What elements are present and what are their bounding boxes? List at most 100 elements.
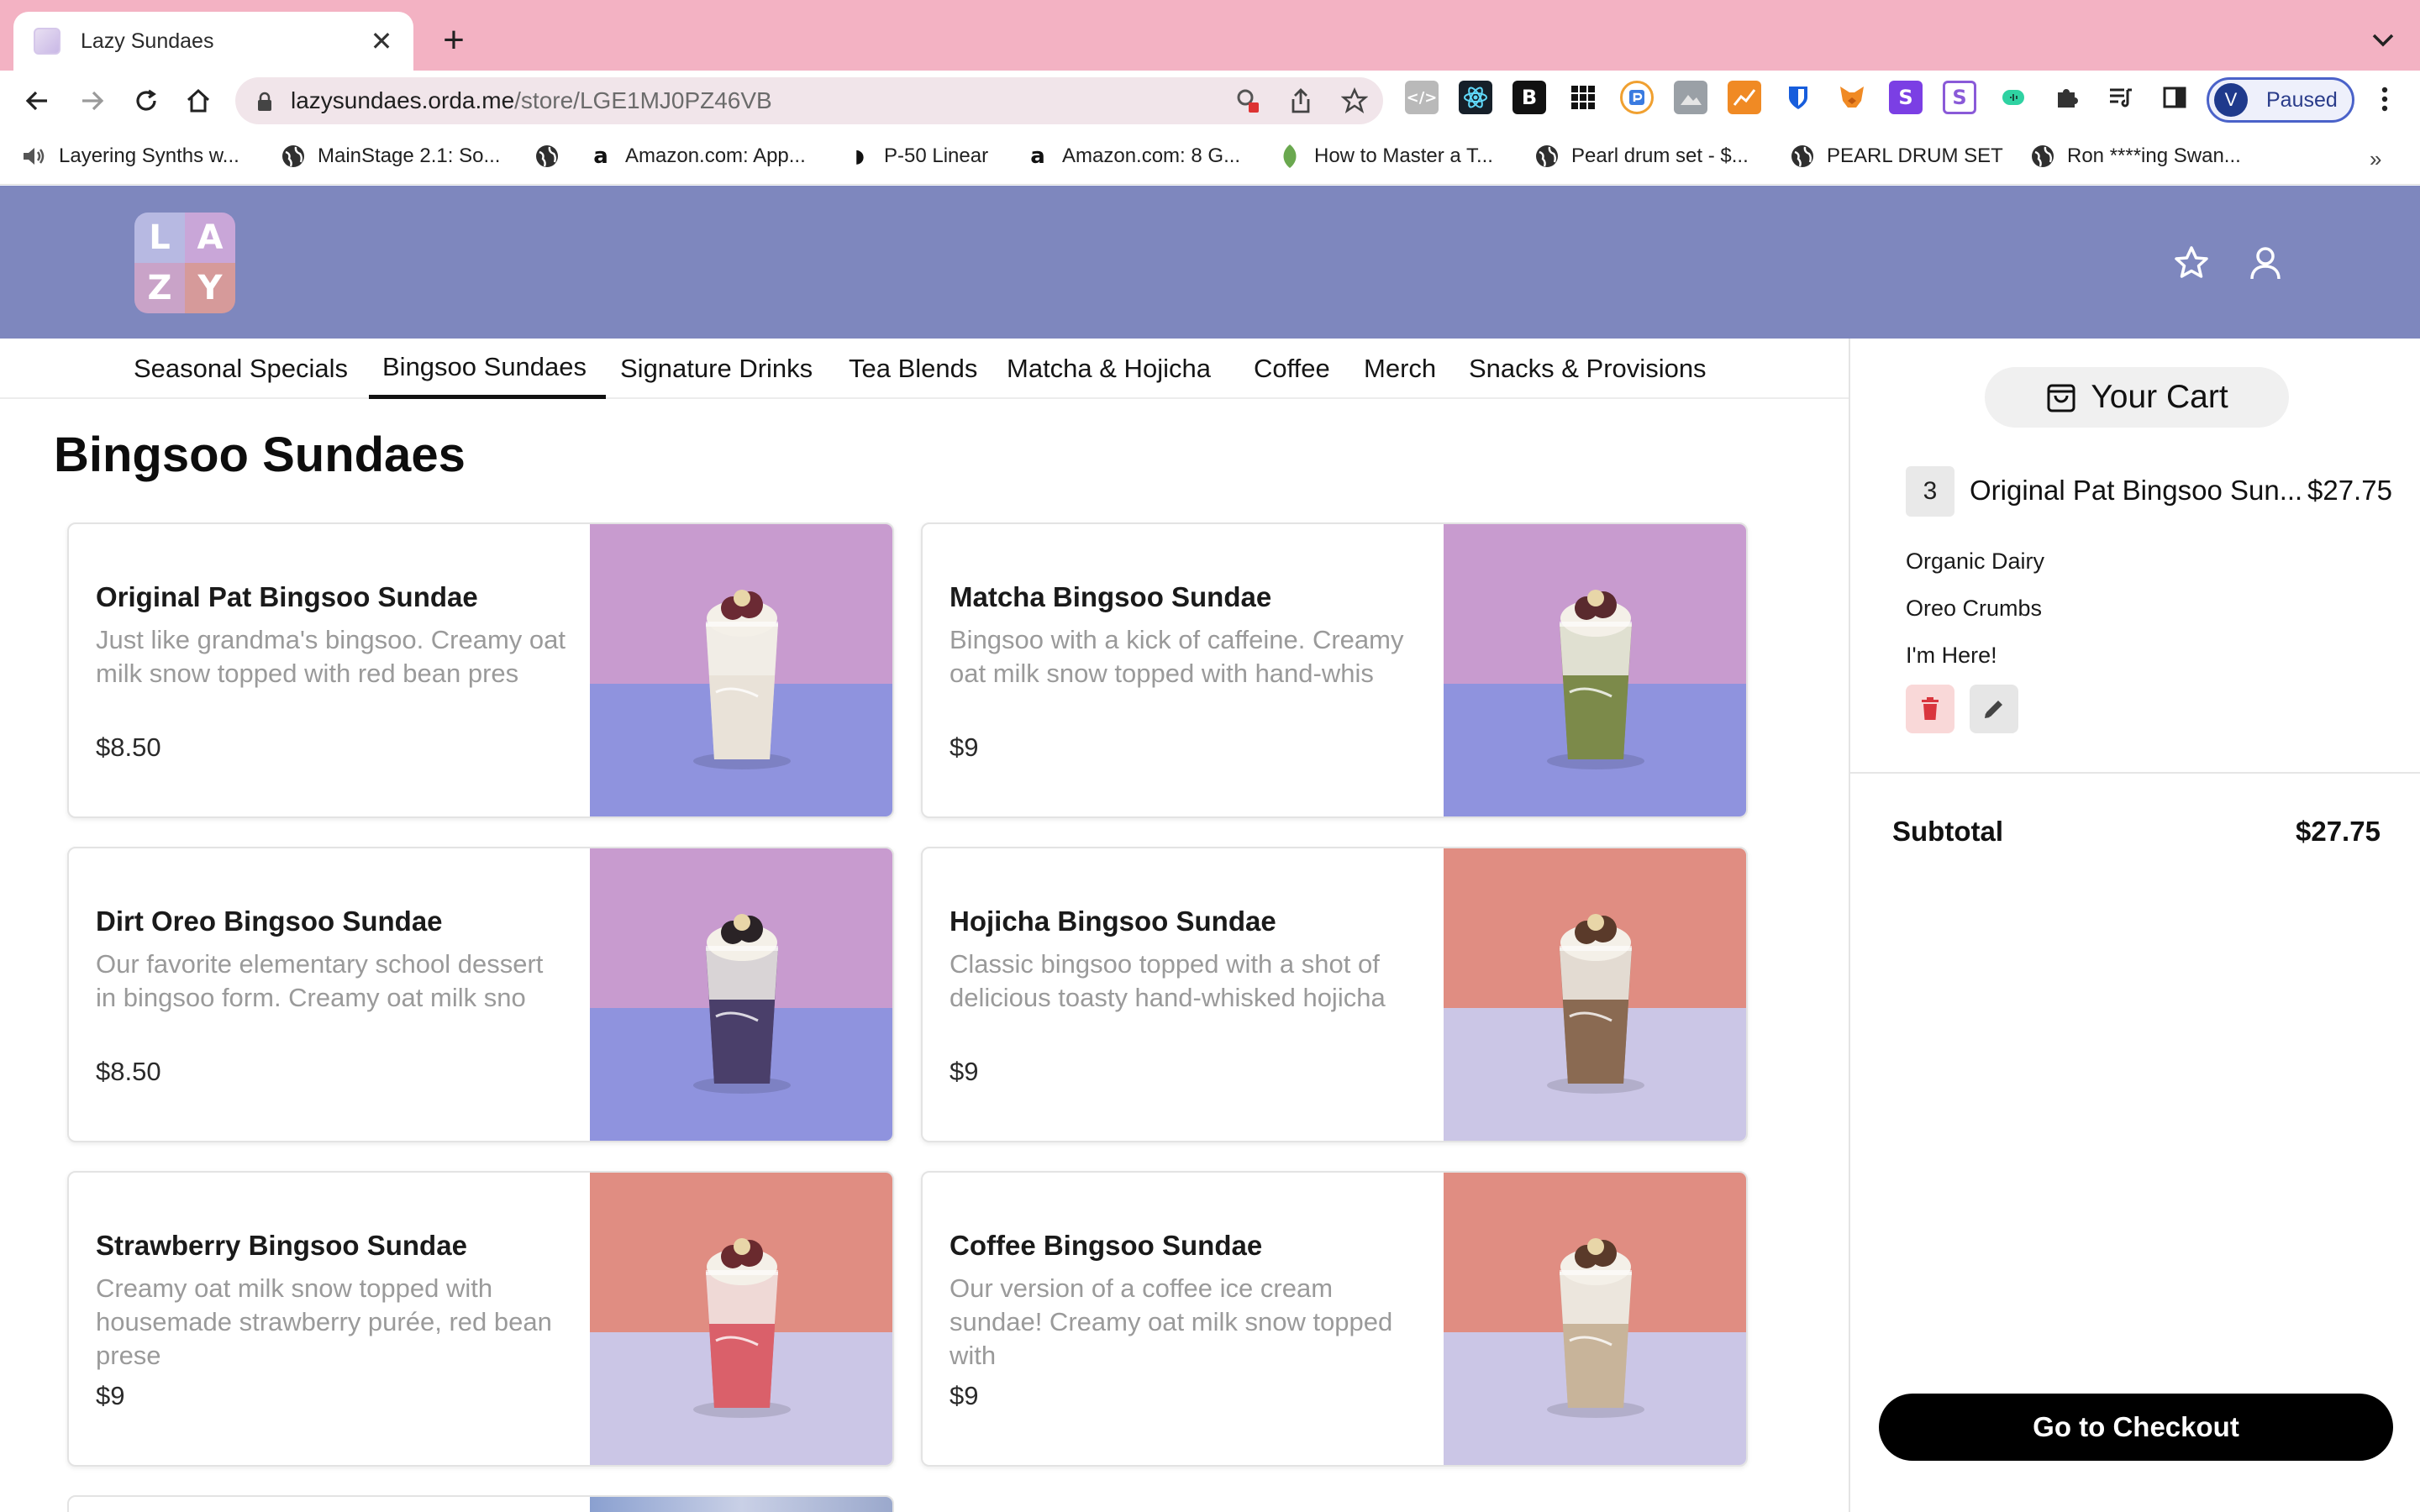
tab-seasonal-specials[interactable]: Seasonal Specials	[134, 354, 348, 384]
share-icon[interactable]	[1284, 84, 1318, 118]
side-panel-icon[interactable]	[2158, 81, 2191, 114]
bold-b-extension-icon[interactable]: B	[1512, 81, 1546, 114]
tab-merch[interactable]: Merch	[1364, 354, 1436, 384]
new-tab-icon[interactable]: +	[434, 19, 474, 60]
subtotal-value: $27.75	[2296, 816, 2381, 847]
product-card[interactable]: Original Pat Bingsoo Sundae Just like gra…	[67, 522, 894, 818]
url-text: lazysundaes.orda.me/store/LGE1MJ0PZ46VB	[291, 87, 772, 114]
edit-item-button[interactable]	[1970, 685, 2018, 733]
tab-tea-blends[interactable]: Tea Blends	[849, 354, 977, 384]
profile-button[interactable]: V Paused	[2207, 77, 2354, 123]
product-price: $9	[950, 732, 979, 762]
bookmark-item[interactable]: MainStage 2.1: So...	[281, 139, 500, 173]
reload-icon[interactable]	[126, 81, 166, 121]
product-price: $8.50	[96, 1057, 161, 1086]
more-bookmarks-icon[interactable]: »	[2370, 146, 2381, 172]
product-image	[1444, 848, 1746, 1141]
account-user-icon[interactable]	[2245, 243, 2286, 283]
product-card[interactable]: Hojicha Bingsoo Sundae Classic bingsoo to…	[921, 847, 1748, 1142]
profile-avatar: V	[2214, 83, 2248, 117]
tab-signature-drinks[interactable]: Signature Drinks	[620, 354, 813, 384]
close-tab-icon[interactable]: ✕	[365, 24, 398, 58]
bookmark-item[interactable]: How to Master a T...	[1277, 139, 1493, 173]
bookmark-label: Pearl drum set - $...	[1571, 144, 1749, 167]
product-image	[590, 848, 892, 1141]
bookmark-label: PEARL DRUM SET	[1827, 144, 2003, 167]
cart-item-quantity[interactable]: 3	[1906, 466, 1954, 517]
s-outline-extension-icon[interactable]: S	[1943, 81, 1976, 114]
product-card-partial[interactable]	[67, 1495, 894, 1512]
tab-coffee[interactable]: Coffee	[1254, 354, 1330, 384]
address-bar[interactable]: lazysundaes.orda.me/store/LGE1MJ0PZ46VB	[235, 77, 1383, 124]
cart-divider	[1850, 772, 2420, 774]
product-image	[590, 524, 892, 816]
favorites-star-icon[interactable]	[2171, 243, 2212, 283]
checkout-button[interactable]: Go to Checkout	[1879, 1394, 2393, 1461]
bookmark-item[interactable]	[534, 139, 571, 173]
bookmark-star-icon[interactable]	[1338, 84, 1371, 118]
location-blocked-icon[interactable]	[1230, 84, 1264, 118]
lazy-logo[interactable]: L A Z Y	[134, 213, 235, 313]
active-tab-underline	[369, 395, 606, 399]
product-name: Dirt Oreo Bingsoo Sundae	[96, 906, 443, 937]
speaker-icon	[22, 144, 47, 169]
tab-bingsoo-sundaes[interactable]: Bingsoo Sundaes	[382, 352, 587, 382]
bookmark-label: MainStage 2.1: So...	[318, 144, 501, 167]
amazon-icon: a	[1030, 144, 1045, 169]
metamask-fox-icon[interactable]	[1835, 81, 1869, 114]
home-icon[interactable]	[178, 81, 218, 121]
bookmark-item[interactable]: Layering Synths w...	[22, 139, 239, 173]
browser-tab[interactable]: Lazy Sundaes ✕	[13, 12, 413, 71]
browser-toolbar: lazysundaes.orda.me/store/LGE1MJ0PZ46VB …	[0, 71, 2420, 131]
extensions-puzzle-icon[interactable]	[2050, 81, 2084, 114]
delete-item-button[interactable]	[1906, 685, 1954, 733]
grid-extension-icon[interactable]	[1566, 81, 1600, 114]
cart-item-modifier: I'm Here!	[1906, 643, 1997, 668]
globe-icon	[1534, 144, 1560, 169]
back-icon[interactable]	[17, 81, 57, 121]
bookmark-item[interactable]: a Amazon.com: 8 G...	[1025, 139, 1240, 173]
shopping-bag-icon	[2047, 384, 2075, 412]
bookmark-item[interactable]: a Amazon.com: App...	[588, 139, 806, 173]
product-image	[590, 1173, 892, 1465]
tab-search-chevron-icon[interactable]	[2365, 22, 2402, 59]
tab-snacks-provisions[interactable]: Snacks & Provisions	[1469, 354, 1707, 384]
browser-menu-icon[interactable]	[2368, 81, 2402, 118]
media-queue-icon[interactable]	[2104, 81, 2138, 114]
product-card[interactable]: Strawberry Bingsoo Sundae Creamy oat milk…	[67, 1171, 894, 1467]
cart-item-modifier: Oreo Crumbs	[1906, 596, 2043, 621]
s-extension-icon[interactable]: S	[1889, 81, 1923, 114]
logo-letter: Z	[134, 263, 185, 313]
bookmark-item[interactable]: Ron ****ing Swan...	[2030, 139, 2241, 173]
chart-extension-icon[interactable]	[1728, 81, 1761, 114]
globe-icon	[1790, 144, 1815, 169]
product-image	[1444, 1173, 1746, 1465]
bookmark-item[interactable]: PEARL DRUM SET	[1790, 139, 2003, 173]
bitwarden-shield-icon[interactable]	[1781, 81, 1815, 114]
product-card[interactable]: Dirt Oreo Bingsoo Sundae Our favorite ele…	[67, 847, 894, 1142]
bookmark-item[interactable]: Pearl drum set - $...	[1534, 139, 1749, 173]
url-path: /store/LGE1MJ0PZ46VB	[514, 87, 772, 113]
subtotal-label: Subtotal	[1892, 816, 2003, 847]
code-extension-icon[interactable]: </>	[1405, 81, 1439, 114]
forward-icon[interactable]	[72, 81, 113, 121]
r-extension-icon[interactable]	[1620, 81, 1654, 114]
audio-extension-icon[interactable]	[1996, 81, 2030, 114]
product-price: $9	[96, 1381, 125, 1410]
your-cart-header[interactable]: Your Cart	[1985, 367, 2289, 428]
bookmark-label: Amazon.com: App...	[625, 144, 806, 167]
bookmark-label: P-50 Linear	[884, 144, 989, 167]
react-devtools-icon[interactable]	[1459, 81, 1492, 114]
product-image	[590, 1497, 892, 1512]
product-card[interactable]: Coffee Bingsoo Sundae Our version of a co…	[921, 1171, 1748, 1467]
product-description: Our favorite elementary school dessert i…	[96, 949, 544, 1012]
profile-status: Paused	[2266, 87, 2338, 112]
bookmark-label: How to Master a T...	[1314, 144, 1493, 167]
product-card[interactable]: Matcha Bingsoo Sundae Bingsoo with a kick…	[921, 522, 1748, 818]
tab-matcha-hojicha[interactable]: Matcha & Hojicha	[1007, 354, 1211, 384]
bookmark-item[interactable]: ◗ P-50 Linear	[847, 139, 988, 173]
image-extension-icon[interactable]	[1674, 81, 1707, 114]
browser-tab-strip: Lazy Sundaes ✕ +	[0, 0, 2420, 71]
product-image	[1444, 524, 1746, 816]
lock-icon	[254, 91, 276, 113]
